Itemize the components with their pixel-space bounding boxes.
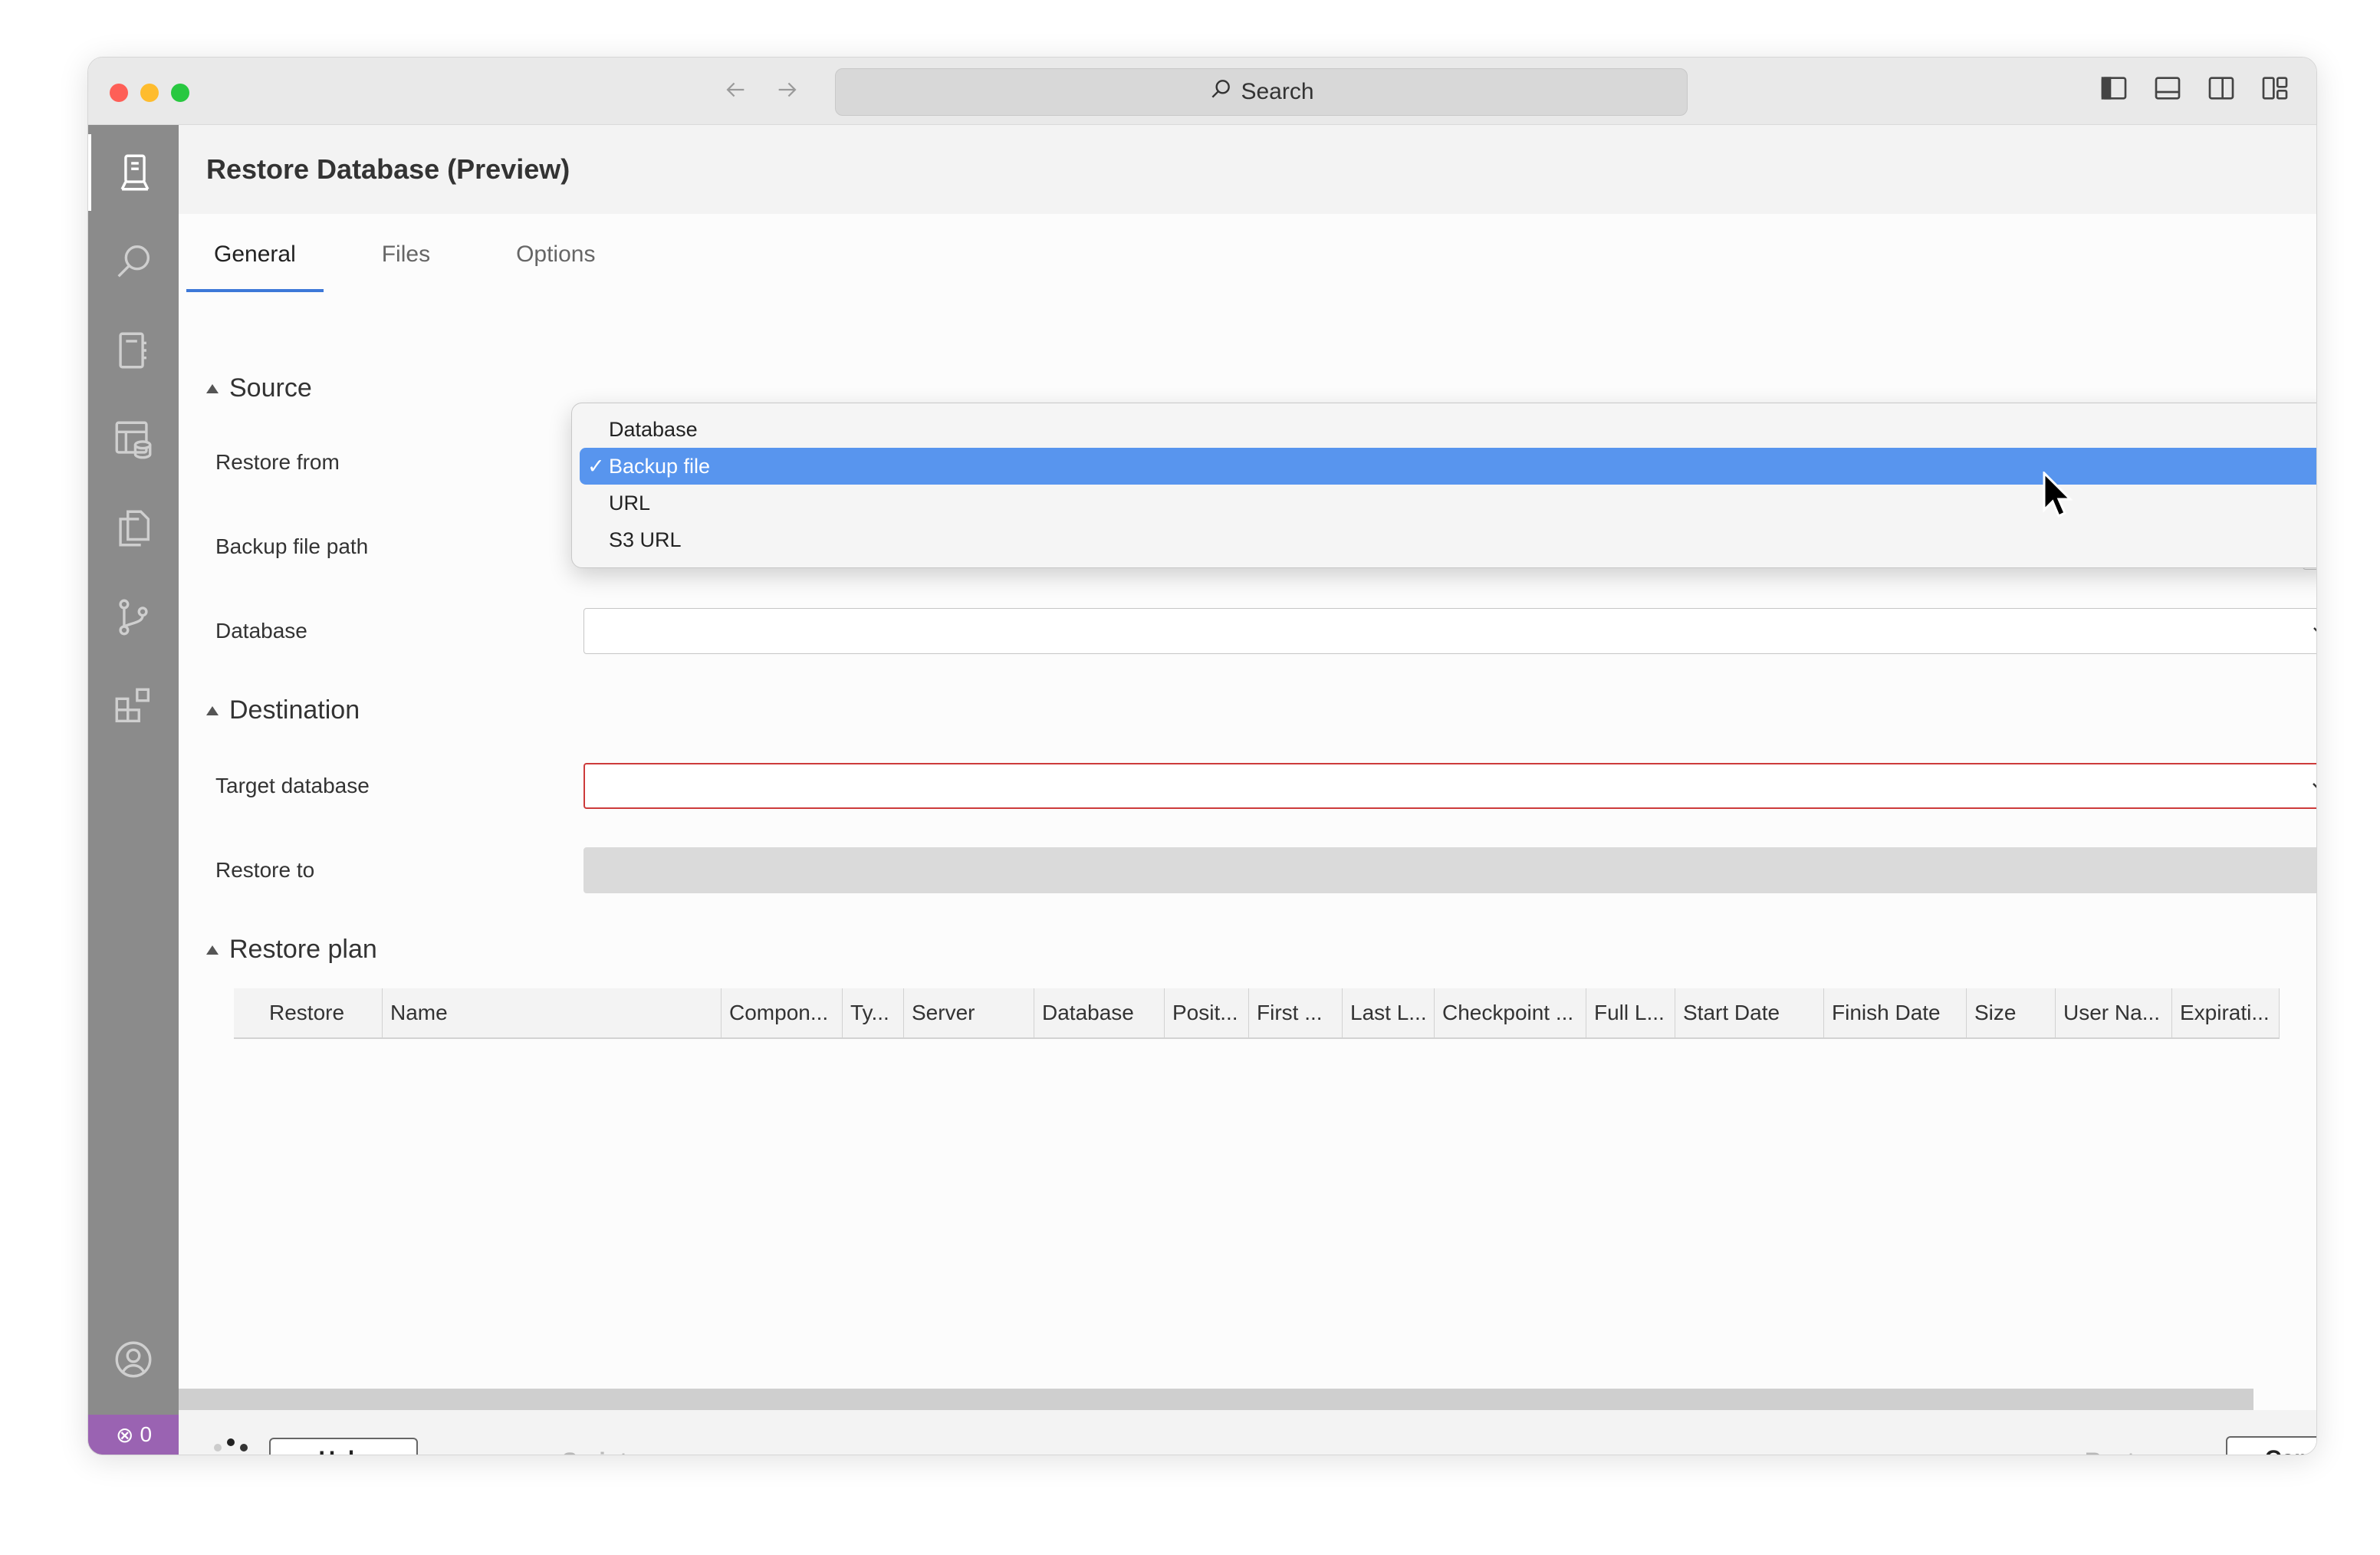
collapse-triangle-icon bbox=[206, 383, 219, 393]
column-header-name[interactable]: Name bbox=[383, 988, 722, 1037]
column-header-finish-date[interactable]: Finish Date bbox=[1824, 988, 1967, 1037]
source-section-label: Source bbox=[229, 373, 312, 403]
backup-file-path-label: Backup file path bbox=[215, 534, 369, 558]
dialog-title: Restore Database (Preview) bbox=[179, 125, 2316, 214]
tab-files[interactable]: Files bbox=[354, 225, 458, 292]
column-header-full-lsn[interactable]: Full L... bbox=[1586, 988, 1675, 1037]
column-header-restore[interactable]: Restore bbox=[234, 988, 383, 1037]
activity-bar: ⊗ 0 bbox=[88, 125, 179, 1455]
database-select[interactable] bbox=[583, 608, 2316, 654]
script-button[interactable]: Script bbox=[562, 1448, 627, 1455]
close-window-button[interactable] bbox=[110, 84, 128, 102]
toggle-primary-sidebar-icon[interactable] bbox=[2099, 73, 2129, 104]
help-button[interactable]: Help bbox=[269, 1438, 418, 1455]
collapse-triangle-icon bbox=[206, 705, 219, 715]
destination-section-header[interactable]: Destination bbox=[206, 695, 360, 725]
column-header-last-lsn[interactable]: Last L... bbox=[1343, 988, 1435, 1037]
restore-database-dialog: Restore Database (Preview) General Files… bbox=[179, 125, 2316, 1455]
database-label: Database bbox=[215, 619, 307, 643]
title-bar: Search bbox=[88, 58, 2316, 125]
back-arrow-icon[interactable] bbox=[720, 74, 751, 105]
tab-bar: General Files Options bbox=[186, 225, 653, 292]
search-icon bbox=[1208, 77, 1233, 107]
horizontal-scrollbar[interactable] bbox=[179, 1389, 2253, 1410]
search-icon[interactable] bbox=[88, 223, 179, 300]
restore-button[interactable]: Restore bbox=[2085, 1448, 2171, 1455]
column-header-database[interactable]: Database bbox=[1034, 988, 1165, 1037]
restore-plan-table-header: Restore Name Compon... Ty... Server Data… bbox=[234, 988, 2280, 1039]
column-header-start-date[interactable]: Start Date bbox=[1675, 988, 1824, 1037]
explorer-icon[interactable] bbox=[88, 490, 179, 567]
mouse-pointer-icon bbox=[2042, 470, 2073, 521]
restore-from-label: Restore from bbox=[215, 450, 340, 474]
tab-general[interactable]: General bbox=[186, 225, 324, 292]
dropdown-option-label: Backup file bbox=[609, 454, 711, 478]
target-database-label: Target database bbox=[215, 774, 370, 797]
restore-plan-section-header[interactable]: Restore plan bbox=[206, 935, 377, 965]
toggle-secondary-sidebar-icon[interactable] bbox=[2206, 73, 2237, 104]
column-header-server[interactable]: Server bbox=[904, 988, 1034, 1037]
account-icon[interactable] bbox=[88, 1321, 179, 1398]
column-header-size[interactable]: Size bbox=[1967, 988, 2056, 1037]
collapse-triangle-icon bbox=[206, 945, 219, 955]
forward-arrow-icon[interactable] bbox=[772, 74, 803, 105]
app-window: Search ⊗ 0 Restore Database (Preview) Ge… bbox=[87, 57, 2317, 1455]
dropdown-option-label: Database bbox=[609, 417, 698, 441]
column-header-first-lsn[interactable]: First ... bbox=[1249, 988, 1343, 1037]
connections-icon[interactable] bbox=[88, 134, 179, 211]
dropdown-option-database[interactable]: Database bbox=[580, 411, 2316, 448]
chevron-down-icon bbox=[2311, 623, 2316, 641]
tab-options[interactable]: Options bbox=[488, 225, 623, 292]
restore-to-field bbox=[583, 847, 2316, 893]
column-header-component[interactable]: Compon... bbox=[722, 988, 843, 1037]
dialog-footer: Help Script Restore Cancel bbox=[179, 1410, 2316, 1455]
restore-to-label: Restore to bbox=[215, 858, 315, 882]
column-header-expiration[interactable]: Expirati... bbox=[2172, 988, 2280, 1037]
database-icon[interactable] bbox=[88, 401, 179, 478]
minimize-window-button[interactable] bbox=[140, 84, 159, 102]
target-database-select[interactable] bbox=[583, 763, 2316, 809]
dropdown-option-label: URL bbox=[609, 491, 651, 514]
problems-status[interactable]: ⊗ 0 bbox=[88, 1415, 179, 1455]
customize-layout-icon[interactable] bbox=[2260, 73, 2290, 104]
column-header-position[interactable]: Posit... bbox=[1165, 988, 1249, 1037]
cancel-button[interactable]: Cancel bbox=[2226, 1436, 2316, 1455]
toggle-panel-icon[interactable] bbox=[2152, 73, 2183, 104]
extensions-icon[interactable] bbox=[88, 668, 179, 745]
destination-section-label: Destination bbox=[229, 695, 360, 725]
maximize-window-button[interactable] bbox=[171, 84, 189, 102]
column-header-checkpoint-lsn[interactable]: Checkpoint ... bbox=[1435, 988, 1586, 1037]
command-center-search[interactable]: Search bbox=[835, 68, 1688, 116]
column-header-user-name[interactable]: User Na... bbox=[2056, 988, 2172, 1037]
source-control-icon[interactable] bbox=[88, 579, 179, 656]
checkmark-icon: ✓ bbox=[587, 454, 605, 478]
column-header-type[interactable]: Ty... bbox=[843, 988, 904, 1037]
notebooks-icon[interactable] bbox=[88, 312, 179, 389]
error-count: 0 bbox=[140, 1422, 153, 1446]
source-section-header[interactable]: Source bbox=[206, 373, 312, 403]
restore-plan-section-label: Restore plan bbox=[229, 935, 377, 964]
dropdown-option-label: S3 URL bbox=[609, 528, 682, 551]
search-label: Search bbox=[1241, 79, 1314, 104]
dropdown-option-s3-url[interactable]: S3 URL bbox=[580, 521, 2316, 558]
error-icon: ⊗ bbox=[116, 1422, 134, 1447]
loading-spinner-icon bbox=[206, 1436, 255, 1455]
chevron-down-icon bbox=[2310, 778, 2316, 797]
